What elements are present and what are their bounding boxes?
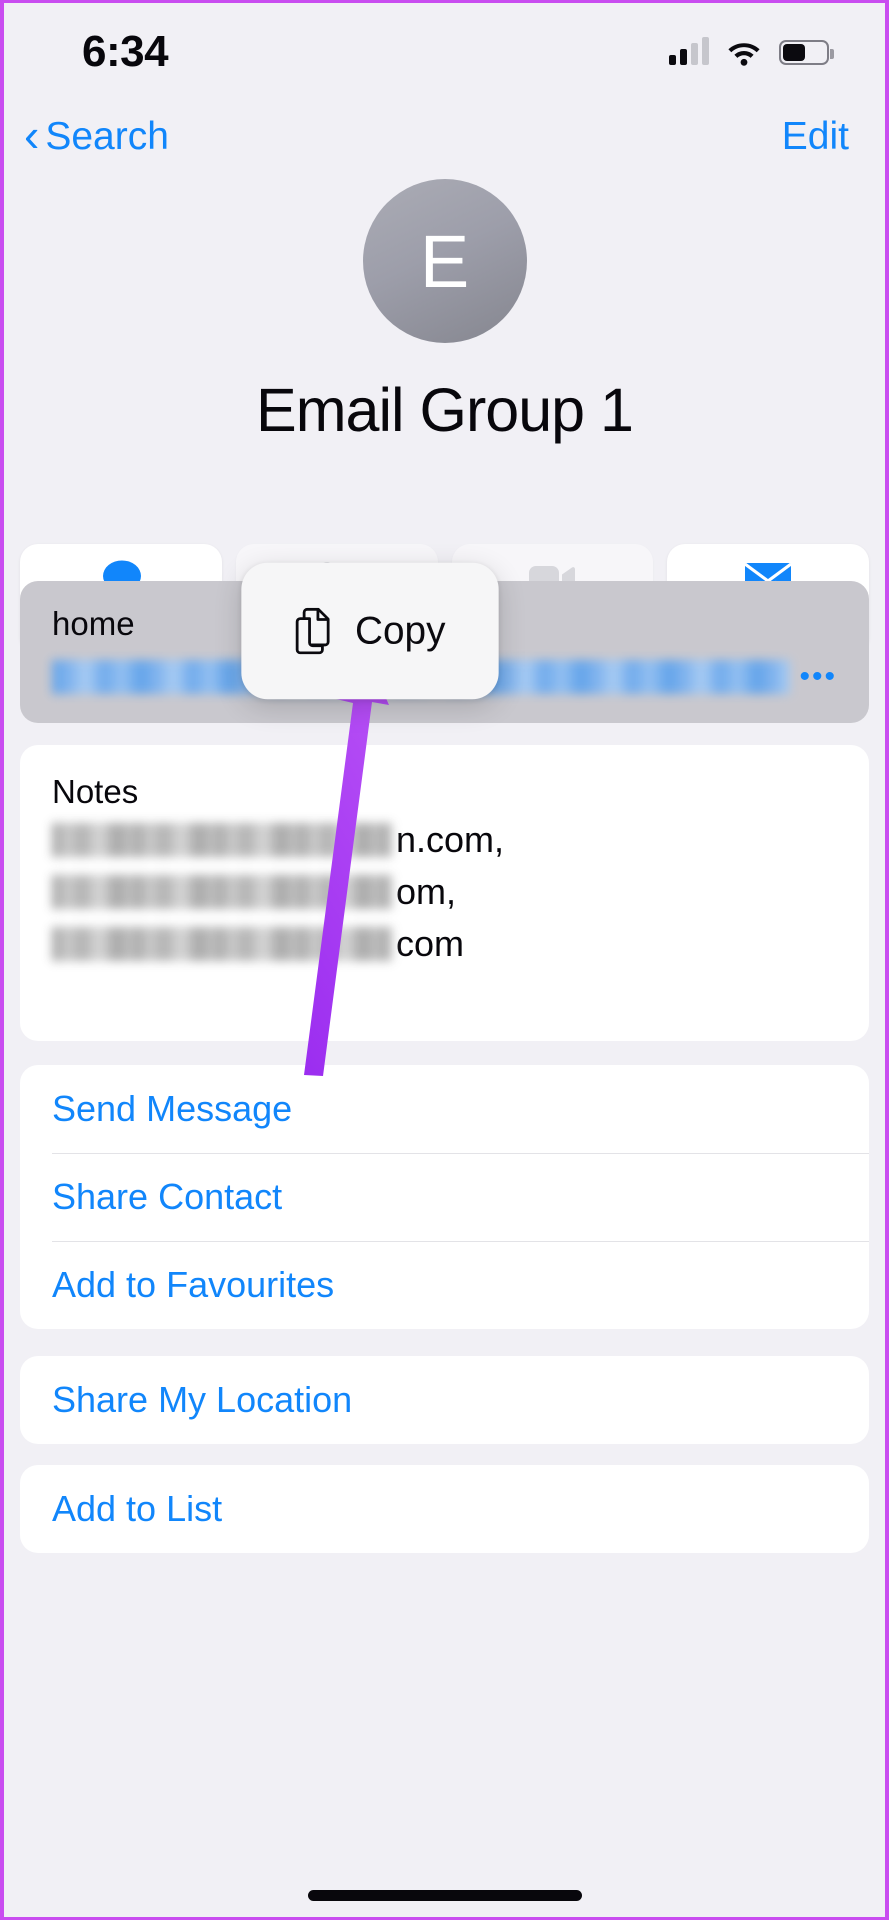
copy-documents-icon [295,607,335,655]
action-list-group-1: Send Message Share Contact Add to Favour… [20,1065,869,1329]
send-message-item[interactable]: Send Message [20,1065,869,1153]
notes-line: com [52,921,837,967]
status-bar: 6:34 [4,3,885,101]
back-button[interactable]: ‹ Search [24,109,169,161]
redacted-note-text [52,875,392,909]
status-indicators [669,37,834,66]
share-contact-item[interactable]: Share Contact [20,1153,869,1241]
notes-line-tail: com [396,923,465,964]
chevron-left-icon: ‹ [24,109,40,161]
action-list-group-2: Share My Location [20,1356,869,1444]
add-to-favourites-item[interactable]: Add to Favourites [20,1241,869,1329]
phone-screen: 6:34 ‹ Search Edit E Email Group 1 home … [0,0,889,1920]
notes-line-tail: om, [396,871,457,912]
share-my-location-item[interactable]: Share My Location [20,1356,869,1444]
notes-label: Notes [52,773,139,810]
copy-menu-label: Copy [354,608,446,652]
redacted-note-text [52,823,392,857]
back-button-label: Search [45,115,169,158]
notes-card[interactable]: Notes n.com, om, com [20,745,869,1041]
email-overflow-ellipsis: ••• [799,660,837,693]
avatar[interactable]: E [362,179,527,343]
notes-line-tail: n.com, [396,819,505,860]
edit-button[interactable]: Edit [782,115,849,159]
redacted-note-text [52,927,392,961]
navigation-bar: ‹ Search Edit [4,103,885,171]
page-title: Email Group 1 [256,376,634,444]
home-indicator[interactable] [307,1890,582,1901]
action-list-group-3: Add to List [20,1465,869,1553]
add-to-list-item[interactable]: Add to List [20,1465,869,1553]
cellular-bars-icon [669,37,709,65]
contact-header: E Email Group 1 [4,179,885,445]
battery-icon [779,39,834,65]
notes-line: n.com, [52,817,837,863]
notes-line: om, [52,869,837,915]
status-time: 6:34 [82,27,169,76]
wifi-icon [726,39,762,66]
copy-context-menu[interactable]: Copy [241,562,499,700]
